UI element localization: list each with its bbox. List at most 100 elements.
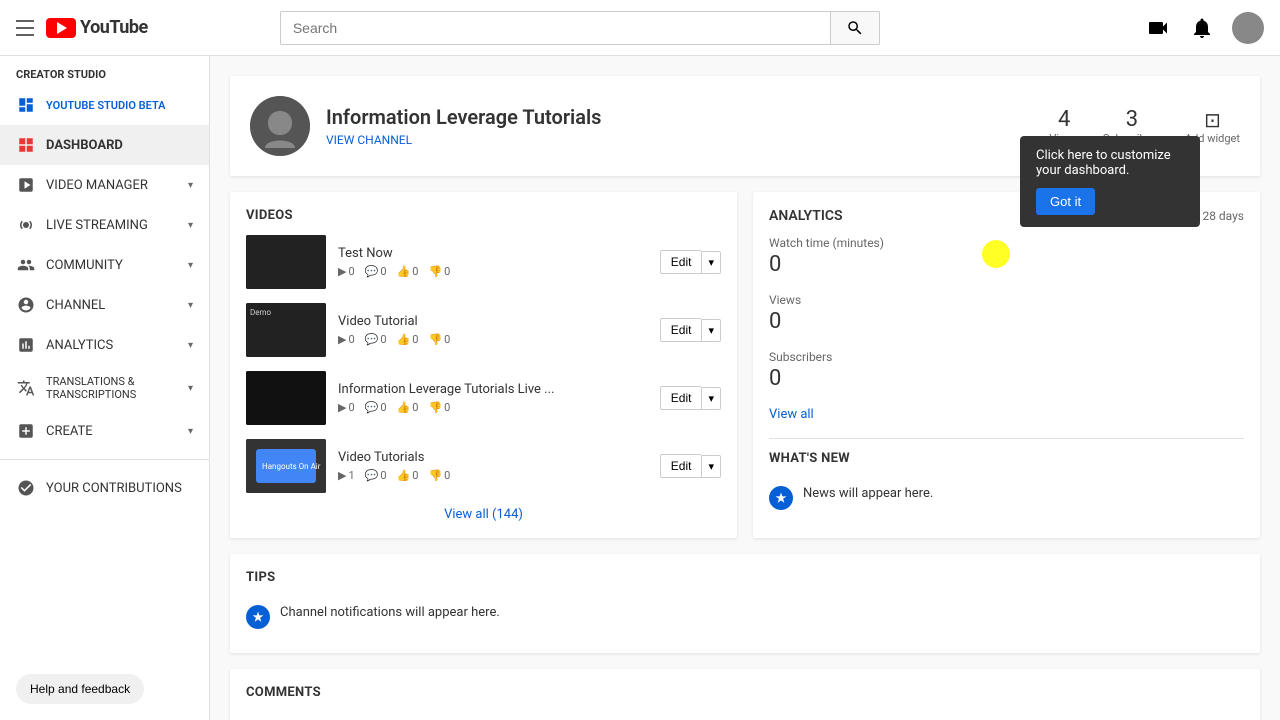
- search-bar: [280, 11, 880, 45]
- tips-card: TIPS ★ Channel notifications will appear…: [230, 554, 1260, 653]
- chevron-down-icon: ▾: [188, 383, 193, 394]
- video-thumbnail: [246, 235, 326, 289]
- watch-time-stat: Watch time (minutes) 0: [769, 236, 1244, 277]
- topbar-left: YouTube: [16, 17, 148, 38]
- edit-button[interactable]: Edit: [660, 250, 702, 274]
- edit-dropdown[interactable]: ▾: [701, 455, 721, 478]
- video-stats: ▶ 0 💬 0 👍 0 👎 0: [338, 265, 648, 278]
- community-label: COMMUNITY: [46, 258, 178, 273]
- table-row: Information Leverage Tutorials Live ... …: [246, 371, 721, 425]
- sidebar-item-live-streaming[interactable]: LIVE STREAMING ▾: [0, 205, 209, 245]
- comments-card: COMMENTS ★ Comments on your videos will …: [230, 669, 1260, 720]
- dislikes-stat: 👎 0: [428, 265, 450, 278]
- video-actions: Edit ▾: [660, 386, 721, 410]
- video-title: Video Tutorial: [338, 314, 648, 329]
- whats-new-item: ★ News will appear here.: [769, 478, 1244, 518]
- sidebar-item-analytics[interactable]: ANALYTICS ▾: [0, 325, 209, 365]
- dashboard-icon: [16, 135, 36, 155]
- watch-time-label: Watch time (minutes): [769, 236, 1244, 250]
- sidebar-item-translations[interactable]: TRANSLATIONS & TRANSCRIPTIONS ▾: [0, 365, 209, 411]
- chevron-down-icon: ▾: [188, 300, 193, 311]
- sidebar-item-community[interactable]: COMMUNITY ▾: [0, 245, 209, 285]
- analytics-card: ANALYTICS Last 28 days Watch time (minut…: [753, 192, 1260, 538]
- help-feedback-button[interactable]: Help and feedback: [16, 674, 144, 704]
- topbar-right: [1144, 12, 1264, 44]
- hamburger-menu[interactable]: [16, 20, 34, 36]
- video-thumbnail: [246, 371, 326, 425]
- tips-title: TIPS: [246, 570, 1244, 585]
- comments-title: COMMENTS: [246, 685, 1244, 700]
- contributions-icon: [16, 478, 36, 498]
- grid-icon: [16, 95, 36, 115]
- notifications-icon[interactable]: [1188, 14, 1216, 42]
- channel-avatar: [250, 96, 310, 156]
- svg-text:Demo: Demo: [250, 308, 272, 317]
- analytics-title: ANALYTICS: [769, 208, 843, 224]
- edit-dropdown[interactable]: ▾: [701, 251, 721, 274]
- video-icon: [16, 175, 36, 195]
- got-it-button[interactable]: Got it: [1036, 188, 1095, 215]
- table-row: Test Now ▶ 0 💬 0 👍 0 👎 0 Edit ▾: [246, 235, 721, 289]
- camera-icon[interactable]: [1144, 14, 1172, 42]
- video-info: Test Now ▶ 0 💬 0 👍 0 👎 0: [338, 246, 648, 278]
- video-actions: Edit ▾: [660, 250, 721, 274]
- views-stat: ▶ 0: [338, 265, 355, 278]
- views-stat: Views 0: [769, 293, 1244, 334]
- video-title: Video Tutorials: [338, 450, 648, 465]
- channel-info: Information Leverage Tutorials VIEW CHAN…: [326, 105, 1033, 148]
- video-stats: ▶ 0 💬 0 👍 0 👎 0: [338, 401, 648, 414]
- video-info: Video Tutorials ▶ 1 💬 0 👍 0 👎 0: [338, 450, 648, 482]
- sidebar-item-create[interactable]: CREATE ▾: [0, 411, 209, 451]
- translate-icon: [16, 378, 36, 398]
- table-row: Demo Video Tutorial ▶ 0 💬 0 👍 0 👎 0: [246, 303, 721, 357]
- view-channel-link[interactable]: VIEW CHANNEL: [326, 133, 412, 147]
- edit-dropdown[interactable]: ▾: [701, 387, 721, 410]
- youtube-logo[interactable]: YouTube: [46, 17, 148, 38]
- comments-notification: ★ Comments on your videos will show up h…: [246, 712, 1244, 720]
- create-label: CREATE: [46, 424, 178, 439]
- search-input[interactable]: [280, 11, 830, 45]
- views-count: 4: [1049, 107, 1078, 132]
- subscribers-stat: Subscribers 0: [769, 350, 1244, 391]
- whats-new-title: WHAT'S NEW: [769, 451, 1244, 466]
- main-layout: CREATOR STUDIO YOUTUBE STUDIO BETA DASHB…: [0, 56, 1280, 720]
- edit-button[interactable]: Edit: [660, 318, 702, 342]
- video-stats: ▶ 0 💬 0 👍 0 👎 0: [338, 333, 648, 346]
- table-row: Hangouts On Air Video Tutorials ▶ 1 💬 0 …: [246, 439, 721, 493]
- video-stats: ▶ 1 💬 0 👍 0 👎 0: [338, 469, 648, 482]
- video-thumbnail: Hangouts On Air: [246, 439, 326, 493]
- view-all-analytics-link[interactable]: View all: [769, 407, 1244, 422]
- video-thumbnail: Demo: [246, 303, 326, 357]
- video-manager-label: VIDEO MANAGER: [46, 178, 178, 193]
- watch-time-value: 0: [769, 252, 1244, 277]
- sidebar-bottom: Help and feedback: [0, 658, 209, 720]
- content-area: Information Leverage Tutorials VIEW CHAN…: [210, 56, 1280, 720]
- add-widget-icon: ⊡: [1185, 108, 1240, 132]
- sidebar-item-video-manager[interactable]: VIDEO MANAGER ▾: [0, 165, 209, 205]
- main-two-col: VIDEOS Test Now ▶ 0 💬 0 👍 0: [230, 192, 1260, 538]
- sidebar-item-channel[interactable]: CHANNEL ▾: [0, 285, 209, 325]
- chevron-down-icon: ▾: [188, 260, 193, 271]
- edit-button[interactable]: Edit: [660, 454, 702, 478]
- avatar[interactable]: [1232, 12, 1264, 44]
- creator-studio-label: CREATOR STUDIO: [0, 56, 209, 85]
- yt-logo-icon: [46, 18, 76, 38]
- view-all-videos-link[interactable]: View all (144): [246, 507, 721, 522]
- video-title: Test Now: [338, 246, 648, 261]
- comments-stat: 💬 0: [365, 265, 387, 278]
- whats-new-text: News will appear here.: [803, 486, 933, 501]
- edit-dropdown[interactable]: ▾: [701, 319, 721, 342]
- sidebar-item-youtube-studio-beta[interactable]: YOUTUBE STUDIO BETA: [0, 85, 209, 125]
- tips-notification: ★ Channel notifications will appear here…: [246, 597, 1244, 637]
- video-actions: Edit ▾: [660, 318, 721, 342]
- sidebar-item-dashboard[interactable]: DASHBOARD: [0, 125, 209, 165]
- search-button[interactable]: [830, 11, 880, 45]
- sidebar-item-contributions[interactable]: YOUR CONTRIBUTIONS: [0, 468, 209, 508]
- star-icon: ★: [246, 605, 270, 629]
- sidebar-divider: [0, 459, 209, 460]
- likes-stat: 👍 0: [397, 265, 419, 278]
- edit-button[interactable]: Edit: [660, 386, 702, 410]
- whats-new-section: WHAT'S NEW ★ News will appear here.: [769, 438, 1244, 518]
- views-label: Views: [769, 293, 1244, 307]
- search-icon: [846, 19, 864, 37]
